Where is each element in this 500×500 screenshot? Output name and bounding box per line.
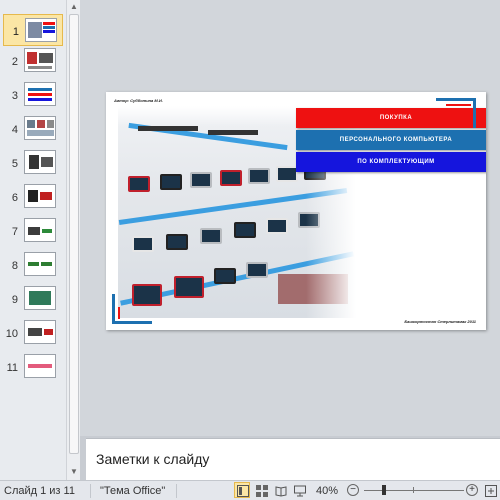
thumbnail-preview (24, 82, 56, 106)
slide-thumbnail-11[interactable]: 11 (0, 354, 66, 384)
thumbnail-preview (24, 286, 56, 310)
thumbnail-preview (24, 116, 56, 140)
thumbnail-scrollbar[interactable]: ▲ ▼ (66, 0, 80, 480)
normal-view-button[interactable] (234, 482, 250, 498)
slide-notes-pane[interactable]: Заметки к слайду (86, 438, 500, 480)
reading-view-button[interactable] (272, 482, 288, 498)
reading-view-icon (275, 486, 287, 497)
thumbnail-preview (24, 320, 56, 344)
thumbnail-number: 11 (6, 362, 18, 374)
slide-author-text: Автор: Субботина М.И. (114, 98, 163, 103)
slide-thumbnail-5[interactable]: 5 (0, 150, 66, 180)
title-band-by-components: ПО КОМПЛЕКТУЮЩИМ (296, 152, 486, 172)
slide-sorter-icon (256, 485, 268, 497)
theme-name[interactable]: "Тема Office" (100, 485, 165, 497)
slide-sorter-button[interactable] (253, 482, 269, 498)
slide-thumbnail-pane: 1 2 3 4 5 6 7 8 9 10 11 ▲ ▼ (0, 0, 80, 480)
thumbnail-number: 10 (5, 328, 18, 340)
slide-counter: Слайд 1 из 11 (4, 485, 75, 497)
slide-thumbnail-1[interactable]: 1 (3, 14, 63, 46)
thumbnail-number: 8 (11, 260, 18, 272)
fit-to-window-icon (485, 485, 497, 497)
thumbnail-preview (25, 18, 57, 42)
slide-thumbnail-9[interactable]: 9 (0, 286, 66, 316)
thumbnail-number: 6 (11, 192, 18, 204)
corner-decoration (446, 104, 471, 106)
slide-thumbnail-3[interactable]: 3 (0, 82, 66, 112)
slide-editing-area: Автор: Субботина М.И. ПОКУПКА ПЕРСОНАЛЬН… (80, 0, 500, 436)
scroll-up-icon[interactable]: ▲ (68, 1, 80, 13)
zoom-slider-midmark (413, 487, 414, 493)
slide-thumbnail-6[interactable]: 6 (0, 184, 66, 214)
thumbnail-preview (24, 184, 56, 208)
thumbnail-number: 9 (11, 294, 18, 306)
slide-thumbnail-4[interactable]: 4 (0, 116, 66, 146)
corner-decoration (436, 98, 476, 101)
corner-decoration (118, 307, 120, 319)
zoom-level[interactable]: 40% (316, 485, 338, 497)
slide-thumbnail-10[interactable]: 10 (0, 320, 66, 350)
thumbnail-preview (24, 252, 56, 276)
thumbnail-preview (24, 218, 56, 242)
scroll-down-icon[interactable]: ▼ (68, 466, 80, 478)
zoom-out-button[interactable]: − (347, 484, 359, 496)
thumbnail-number: 7 (11, 226, 18, 238)
corner-decoration (112, 321, 152, 324)
current-slide[interactable]: Автор: Субботина М.И. ПОКУПКА ПЕРСОНАЛЬН… (106, 92, 486, 330)
thumbnail-number: 5 (11, 158, 18, 170)
thumbnail-preview (24, 48, 56, 72)
slide-thumbnail-7[interactable]: 7 (0, 218, 66, 248)
normal-view-icon (237, 485, 249, 497)
slide-show-button[interactable] (291, 482, 307, 498)
thumbnail-number: 4 (11, 124, 18, 136)
slide-thumbnail-2[interactable]: 2 (0, 48, 66, 78)
status-bar: Слайд 1 из 11 "Тема Office" 40% − + (0, 480, 500, 500)
title-band-purchase: ПОКУПКА (296, 108, 486, 128)
corner-decoration (112, 294, 115, 324)
thumbnail-number: 3 (11, 90, 18, 102)
thumbnail-number: 2 (11, 56, 18, 68)
notes-placeholder: Заметки к слайду (96, 451, 210, 467)
corner-decoration (473, 98, 476, 128)
thumbnail-number: 1 (12, 26, 19, 38)
slide-thumbnail-8[interactable]: 8 (0, 252, 66, 282)
title-band-personal-computer: ПЕРСОНАЛЬНОГО КОМПЬЮТЕРА (296, 130, 486, 150)
zoom-in-button[interactable]: + (466, 484, 478, 496)
zoom-slider-handle[interactable] (382, 485, 386, 495)
scrollbar-thumb[interactable] (69, 14, 79, 454)
zoom-slider-track[interactable] (364, 490, 464, 491)
thumbnail-preview (24, 150, 56, 174)
slide-show-icon (294, 485, 306, 497)
fit-to-window-button[interactable] (482, 482, 498, 498)
slide-credit-text: Башкортостан Стерлитамак 2011 (404, 319, 476, 324)
thumbnail-preview (24, 354, 56, 378)
